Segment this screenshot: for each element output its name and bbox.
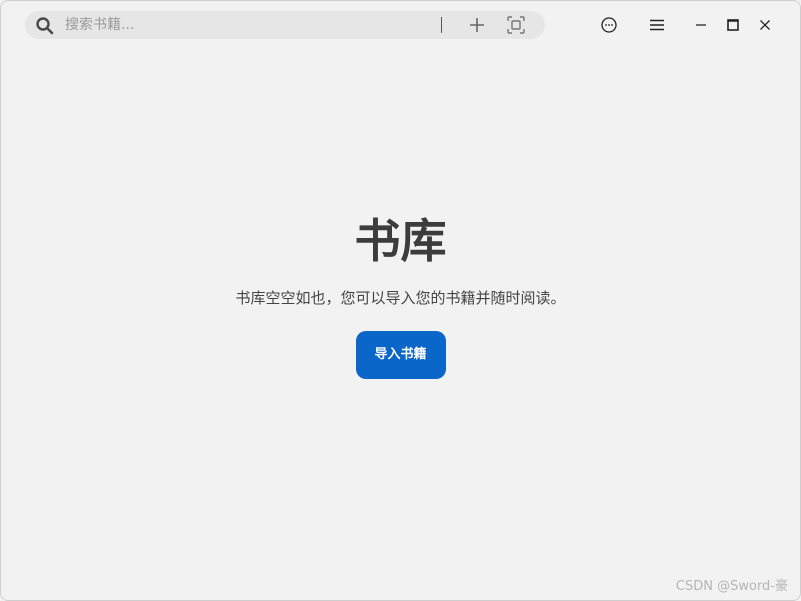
maximize-button[interactable]	[723, 15, 743, 35]
library-empty-description: 书库空空如也，您可以导入您的书籍并随时阅读。	[235, 289, 566, 307]
close-icon	[760, 20, 770, 30]
search-divider	[441, 17, 442, 33]
app-window: 书库 书库空空如也，您可以导入您的书籍并随时阅读。 导入书籍 CSDN @Swo…	[0, 0, 801, 601]
minimize-button[interactable]	[691, 15, 711, 35]
more-options-icon	[601, 17, 617, 33]
search-box[interactable]	[25, 11, 545, 39]
top-bar	[1, 1, 800, 49]
close-button[interactable]	[755, 15, 775, 35]
watermark: CSDN @Sword-豪	[675, 579, 788, 594]
scan-icon	[507, 16, 525, 34]
search-icon	[35, 16, 55, 36]
scan-button[interactable]	[506, 15, 526, 35]
plus-icon	[470, 18, 484, 32]
library-title: 书库	[354, 214, 447, 268]
empty-library-state: 书库 书库空空如也，您可以导入您的书籍并随时阅读。 导入书籍	[1, 211, 800, 379]
add-book-button[interactable]	[467, 15, 487, 35]
more-options-button[interactable]	[599, 15, 619, 35]
hamburger-menu-button[interactable]	[647, 15, 667, 35]
minimize-icon	[696, 24, 706, 26]
maximize-icon	[727, 19, 739, 31]
import-books-button[interactable]: 导入书籍	[355, 331, 446, 379]
hamburger-menu-icon	[650, 19, 664, 31]
search-input[interactable]	[65, 14, 445, 36]
